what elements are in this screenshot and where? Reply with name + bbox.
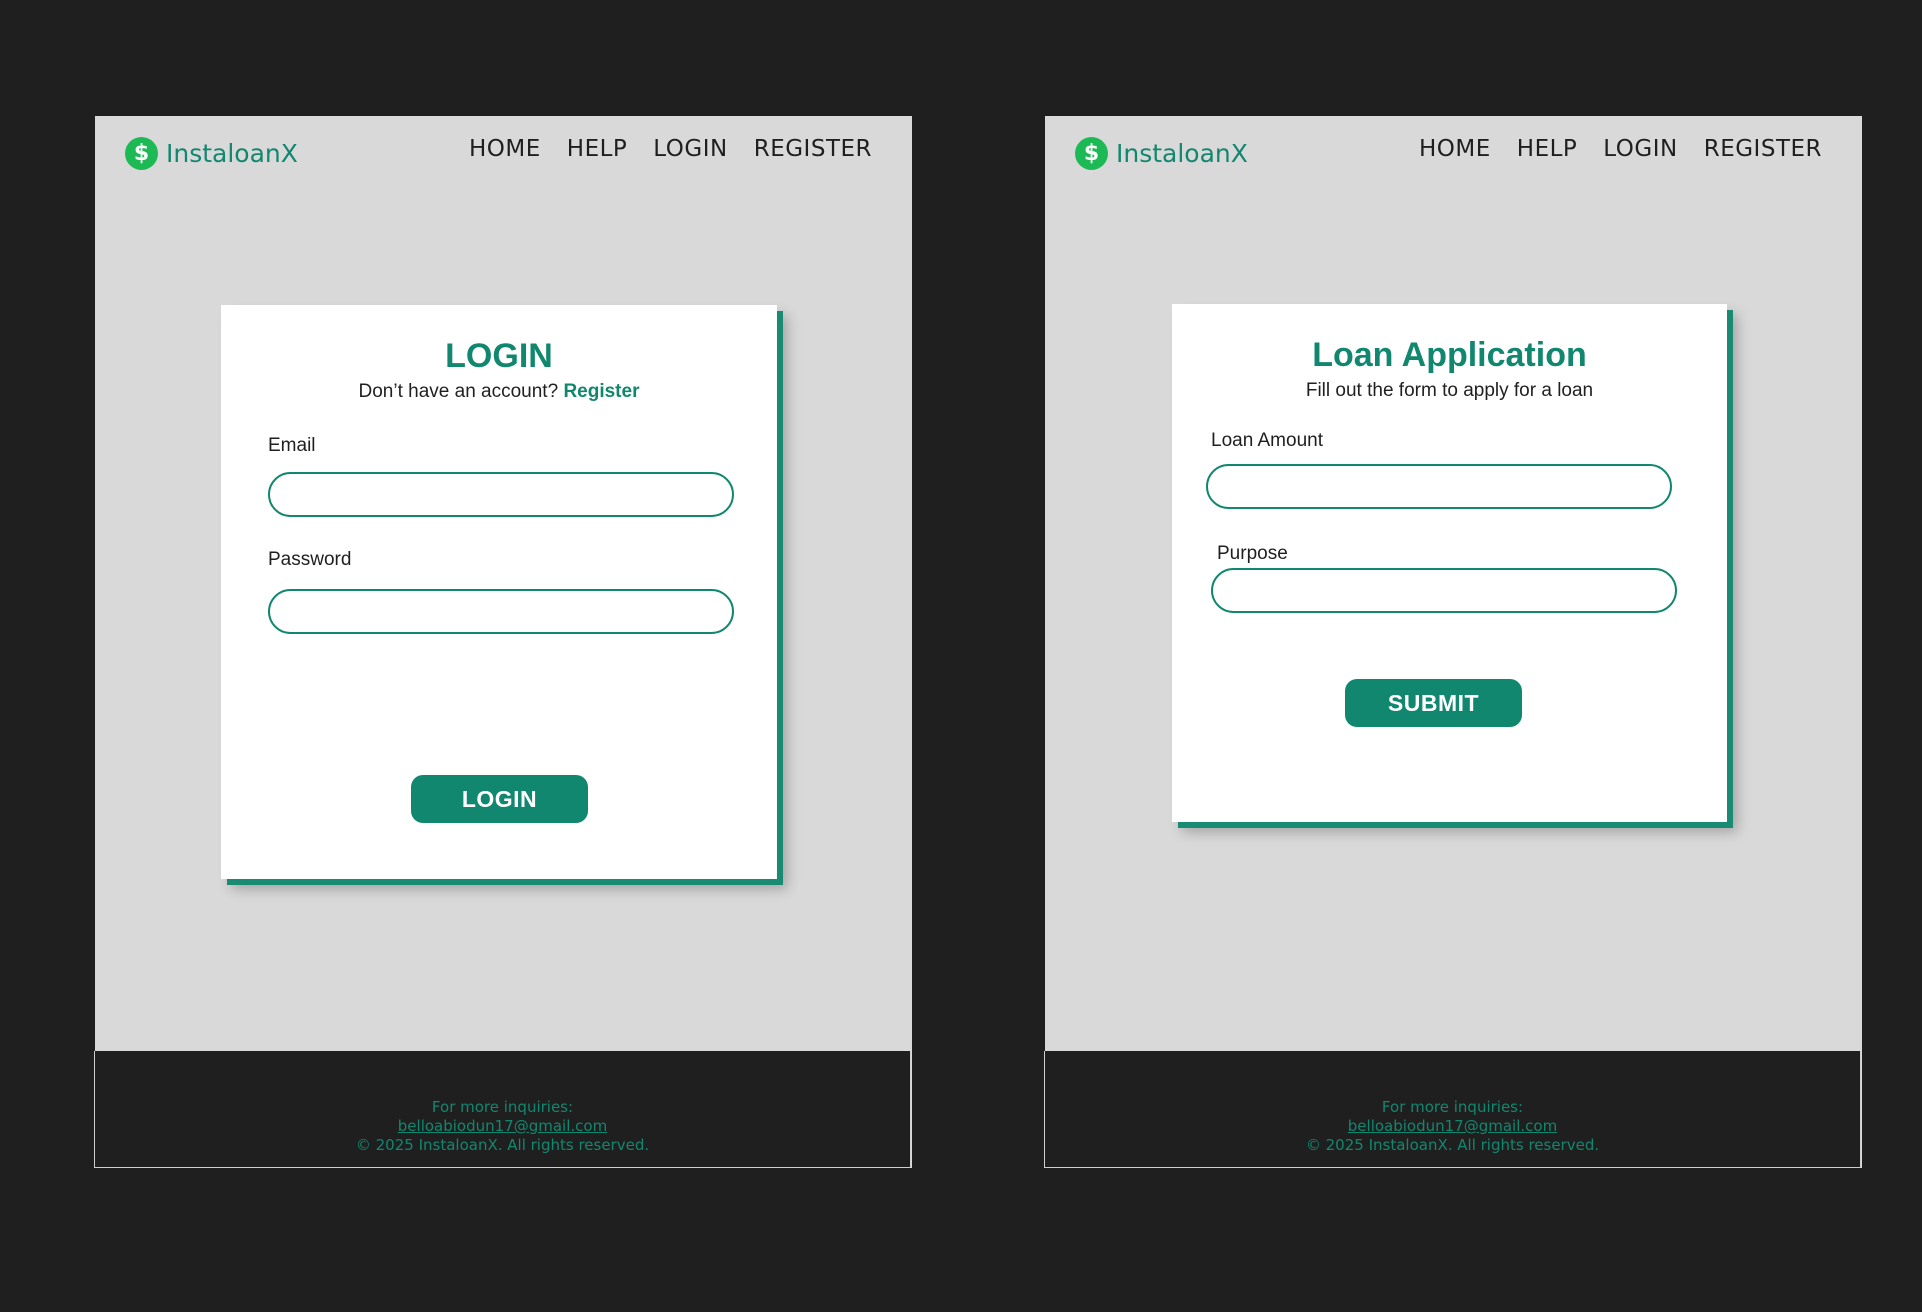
design-canvas: $ InstaloanX HOME HELP LOGIN REGISTER LO… — [0, 0, 1922, 1312]
purpose-field[interactable] — [1211, 568, 1677, 613]
login-title: LOGIN — [445, 337, 553, 375]
nav-home[interactable]: HOME — [1419, 136, 1491, 162]
footer-inquiries: For more inquiries: — [1381, 1098, 1524, 1116]
main-nav: HOME HELP LOGIN REGISTER — [1419, 136, 1822, 162]
footer-copyright: © 2025 InstaloanX. All rights reserved. — [355, 1136, 650, 1154]
password-label: Password — [268, 549, 352, 570]
no-account-text: Don’t have an account? — [358, 381, 559, 402]
loan-amount-label: Loan Amount — [1211, 430, 1323, 451]
footer-inquiries: For more inquiries: — [431, 1098, 574, 1116]
email-field[interactable] — [268, 472, 734, 517]
dollar-icon: $ — [1075, 137, 1108, 170]
site-footer: For more inquiries: belloabiodun17@gmail… — [1044, 1051, 1861, 1168]
submit-button[interactable]: SUBMIT — [1345, 679, 1522, 727]
brand-name: InstaloanX — [1116, 139, 1248, 168]
site-footer: For more inquiries: belloabiodun17@gmail… — [94, 1051, 911, 1168]
nav-home[interactable]: HOME — [469, 136, 541, 162]
nav-login[interactable]: LOGIN — [1603, 136, 1677, 162]
login-card: LOGIN Don’t have an account? Register Em… — [221, 305, 777, 879]
nav-help[interactable]: HELP — [567, 136, 628, 162]
register-link[interactable]: Register — [563, 381, 639, 402]
footer-email-link[interactable]: belloabiodun17@gmail.com — [95, 1117, 910, 1136]
purpose-label: Purpose — [1217, 543, 1288, 564]
loan-title: Loan Application — [1312, 336, 1587, 374]
nav-register[interactable]: REGISTER — [1704, 136, 1822, 162]
loan-application-card: Loan Application Fill out the form to ap… — [1172, 304, 1727, 822]
nav-login[interactable]: LOGIN — [653, 136, 727, 162]
brand-name: InstaloanX — [166, 139, 298, 168]
login-button[interactable]: LOGIN — [411, 775, 588, 823]
footer-copyright: © 2025 InstaloanX. All rights reserved. — [1305, 1136, 1600, 1154]
brand-logo[interactable]: $ InstaloanX — [1075, 137, 1248, 170]
password-field[interactable] — [268, 589, 734, 634]
brand-logo[interactable]: $ InstaloanX — [125, 137, 298, 170]
loan-page-frame: $ InstaloanX HOME HELP LOGIN REGISTER Lo… — [1044, 116, 1862, 1168]
login-subtitle: Don’t have an account? Register — [221, 381, 777, 403]
site-header: $ InstaloanX HOME HELP LOGIN REGISTER — [95, 116, 912, 196]
site-header: $ InstaloanX HOME HELP LOGIN REGISTER — [1045, 116, 1862, 196]
footer-email-link[interactable]: belloabiodun17@gmail.com — [1045, 1117, 1860, 1136]
login-page-frame: $ InstaloanX HOME HELP LOGIN REGISTER LO… — [94, 116, 912, 1168]
loan-amount-field[interactable] — [1206, 464, 1672, 509]
nav-help[interactable]: HELP — [1517, 136, 1578, 162]
loan-subtitle: Fill out the form to apply for a loan — [1305, 380, 1594, 401]
dollar-icon: $ — [125, 137, 158, 170]
main-nav: HOME HELP LOGIN REGISTER — [469, 136, 872, 162]
email-label: Email — [268, 435, 316, 456]
nav-register[interactable]: REGISTER — [754, 136, 872, 162]
